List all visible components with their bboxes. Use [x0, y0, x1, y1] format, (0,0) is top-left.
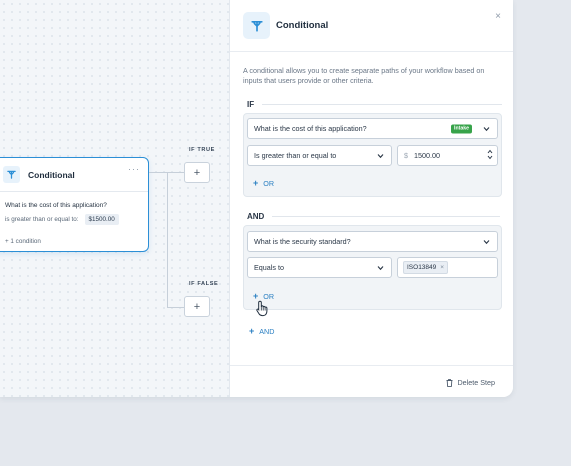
- panel-title: Conditional: [276, 20, 329, 31]
- add-step-true-button[interactable]: +: [184, 162, 210, 183]
- branch-label-true: IF TRUE: [189, 147, 215, 153]
- conditional-node[interactable]: Conditional ··· What is the cost of this…: [0, 157, 149, 252]
- value-input[interactable]: $ 1500.00: [397, 145, 498, 166]
- divider: [272, 216, 501, 217]
- operator-select[interactable]: Is greater than or equal to: [247, 145, 392, 166]
- if-condition-group: What is the cost of this application? In…: [243, 113, 502, 197]
- node-condition: is greater than or equal to: $1500.00: [5, 214, 119, 225]
- operator-select-value: Is greater than or equal to: [254, 151, 337, 160]
- divider: [262, 104, 503, 105]
- operator-select[interactable]: Equals to: [247, 257, 392, 278]
- question-select[interactable]: What is the cost of this application? In…: [247, 118, 498, 139]
- node-question: What is the cost of this application?: [5, 202, 107, 209]
- chevron-down-icon: [483, 239, 490, 244]
- workflow-canvas[interactable]: Conditional ··· What is the cost of this…: [0, 0, 229, 397]
- value-chip-label: ISO13849: [407, 264, 437, 271]
- operator-select-value: Equals to: [254, 263, 284, 272]
- plus-icon: +: [249, 326, 255, 336]
- node-title: Conditional: [28, 170, 75, 180]
- add-or-button[interactable]: + OR: [253, 178, 275, 189]
- value-chip: ISO13849 ×: [403, 261, 449, 274]
- intake-tag: Intake: [451, 124, 472, 133]
- node-condition-value: $1500.00: [84, 214, 119, 225]
- add-step-false-button[interactable]: +: [184, 296, 210, 317]
- chip-remove-icon[interactable]: ×: [440, 264, 444, 271]
- panel-header: Conditional ×: [230, 0, 513, 52]
- question-select-value: What is the cost of this application?: [254, 124, 367, 133]
- branch-label-false: IF FALSE: [189, 281, 219, 287]
- value-input-text: 1500.00: [414, 151, 440, 160]
- trash-icon: [446, 378, 453, 387]
- chevron-down-icon: [377, 153, 384, 158]
- more-dots-icon[interactable]: ···: [128, 164, 140, 174]
- node-condition-label: is greater than or equal to:: [5, 216, 79, 223]
- currency-symbol: $: [404, 151, 408, 160]
- node-more-conditions[interactable]: + 1 condition: [5, 238, 41, 245]
- add-or-label: OR: [263, 179, 275, 188]
- add-and-button[interactable]: + AND: [249, 326, 275, 337]
- close-icon[interactable]: ×: [495, 11, 501, 22]
- plus-icon: +: [253, 178, 259, 188]
- if-label: IF: [247, 100, 255, 109]
- delete-step-label: Delete Step: [457, 378, 495, 387]
- chevron-down-icon: [483, 126, 490, 131]
- panel-footer: Delete Step: [230, 365, 513, 397]
- app-frame: Conditional ··· What is the cost of this…: [0, 0, 513, 397]
- and-label: AND: [247, 212, 265, 221]
- conditional-panel: Conditional × A conditional allows you t…: [229, 0, 513, 397]
- if-section-label: IF: [247, 100, 503, 109]
- chevron-down-icon: [377, 265, 384, 270]
- add-and-label: AND: [259, 327, 275, 336]
- connector: [167, 172, 168, 307]
- question-select-value: What is the security standard?: [254, 237, 351, 246]
- split-icon: [243, 12, 270, 39]
- hand-cursor-icon: [256, 300, 268, 317]
- stepper-icon[interactable]: [487, 149, 493, 160]
- question-select[interactable]: What is the security standard?: [247, 231, 498, 252]
- delete-step-button[interactable]: Delete Step: [446, 378, 495, 387]
- and-condition-group: What is the security standard? Equals to…: [243, 225, 502, 310]
- split-icon: [3, 166, 20, 183]
- node-header: Conditional ···: [0, 158, 148, 192]
- and-section-label: AND: [247, 212, 501, 221]
- tag-input[interactable]: ISO13849 ×: [397, 257, 498, 278]
- connector: [167, 307, 184, 308]
- panel-description: A conditional allows you to create separ…: [243, 66, 485, 85]
